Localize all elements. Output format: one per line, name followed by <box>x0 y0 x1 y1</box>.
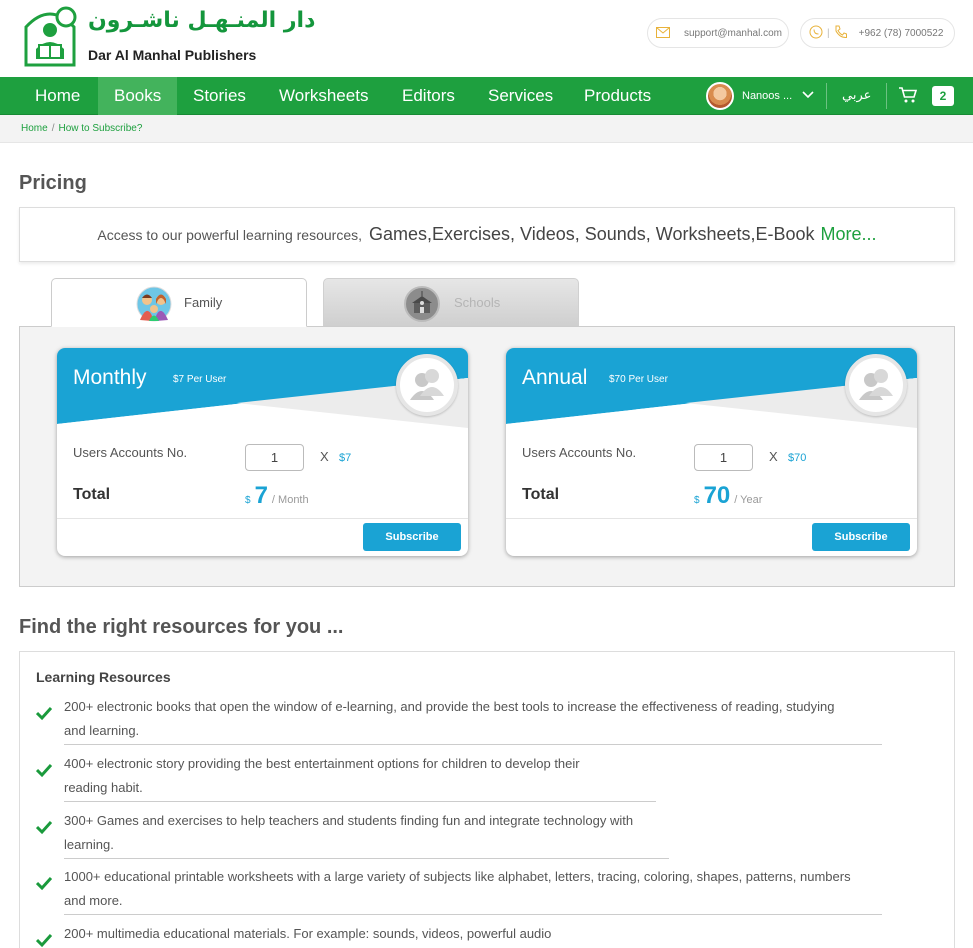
check-icon <box>35 932 53 948</box>
users-icon <box>396 354 458 416</box>
school-icon <box>404 286 440 322</box>
total-price: $ 7 / Month <box>245 482 309 510</box>
phone-text[interactable]: +962 (78) 7000522 <box>859 28 944 39</box>
divider <box>64 801 656 802</box>
pricing-panel: Monthly $7 Per User Users Accounts No. X… <box>19 326 955 587</box>
avatar[interactable] <box>706 82 734 110</box>
tab-family[interactable]: Family <box>51 278 307 327</box>
access-banner: Access to our powerful learning resource… <box>19 207 955 262</box>
user-menu[interactable]: Nanoos ... <box>706 82 814 110</box>
access-features-text: Games,Exercises, Videos, Sounds, Workshe… <box>369 224 815 244</box>
logo-english-text: Dar Al Manhal Publishers <box>88 47 257 63</box>
envelope-icon <box>656 26 670 41</box>
plan-per-user: $70 Per User <box>609 374 668 385</box>
resources-title: Find the right resources for you ... <box>19 616 344 638</box>
email-text[interactable]: support@manhal.com <box>684 28 782 39</box>
breadcrumb-home[interactable]: Home <box>21 123 48 134</box>
divider <box>57 518 468 519</box>
nav-services[interactable]: Services <box>472 77 569 115</box>
whatsapp-icon <box>809 25 823 42</box>
list-item-text: 300+ Games and exercises to help teacher… <box>64 813 634 828</box>
user-name[interactable]: Nanoos ... <box>742 90 792 102</box>
chevron-down-icon[interactable] <box>802 90 814 102</box>
total-amount: 70 <box>703 482 731 509</box>
tab-schools[interactable]: Schools <box>323 278 579 327</box>
logo-icon[interactable] <box>20 5 80 67</box>
logo-arabic-text: دار المنـهـل ناشـرون <box>88 8 316 33</box>
tab-schools-label[interactable]: Schools <box>454 295 500 310</box>
phone-separator: | <box>827 27 830 39</box>
plan-card-annual: Annual $70 Per User Users Accounts No. X… <box>506 348 917 556</box>
list-item-text: 1000+ educational printable worksheets w… <box>64 869 851 884</box>
list-item-text: 200+ multimedia educational materials. F… <box>64 926 552 941</box>
subscribe-annual-button[interactable]: Subscribe <box>812 523 910 551</box>
nav-worksheets[interactable]: Worksheets <box>263 77 384 115</box>
page-title: Pricing <box>19 172 87 194</box>
breadcrumb: Home / How to Subscribe? <box>0 115 973 143</box>
total-label: Total <box>522 486 560 503</box>
resources-box: Learning Resources 200+ electronic books… <box>19 651 955 948</box>
list-item-text: 200+ electronic books that open the wind… <box>64 699 835 714</box>
cart-count-badge[interactable]: 2 <box>932 86 954 106</box>
subscribe-monthly-button[interactable]: Subscribe <box>363 523 461 551</box>
plan-header: Annual $70 Per User <box>506 348 917 428</box>
divider <box>64 914 882 915</box>
unit-price: $7 <box>339 452 352 464</box>
breadcrumb-separator: / <box>51 123 55 134</box>
quantity-input[interactable] <box>694 444 753 471</box>
breadcrumb-current[interactable]: How to Subscribe? <box>58 123 142 134</box>
check-icon <box>35 819 53 835</box>
total-label: Total <box>73 486 111 503</box>
currency-sign: $ <box>245 495 251 506</box>
check-icon <box>35 762 53 778</box>
nav-divider <box>886 83 887 109</box>
list-item-text-cont: learning. <box>64 837 114 852</box>
users-icon <box>845 354 907 416</box>
divider <box>64 858 669 859</box>
plan-name: Monthly <box>73 366 147 389</box>
nav-products[interactable]: Products <box>568 77 667 115</box>
currency-sign: $ <box>694 495 700 506</box>
accounts-label: Users Accounts No. <box>73 445 188 460</box>
divider <box>64 744 882 745</box>
check-icon <box>35 875 53 891</box>
nav-editors[interactable]: Editors <box>386 77 471 115</box>
plan-header: Monthly $7 Per User <box>57 348 468 428</box>
phone-icon <box>834 25 847 42</box>
nav-home[interactable]: Home <box>19 77 96 115</box>
total-price: $ 70 / Year <box>694 482 762 510</box>
list-item-text-cont: reading habit. <box>64 780 143 795</box>
unit-price: $70 <box>788 452 807 464</box>
email-contact[interactable]: support@manhal.com <box>647 18 789 48</box>
list-item-text-cont: and more. <box>64 893 123 908</box>
plan-name: Annual <box>522 366 588 389</box>
nav-divider <box>826 83 827 109</box>
language-switch[interactable]: عربي <box>842 77 871 115</box>
nav-books[interactable]: Books <box>98 77 178 115</box>
access-lead-text: Access to our powerful learning resource… <box>97 226 362 243</box>
access-more-link[interactable]: More... <box>821 224 877 245</box>
billing-period: / Month <box>271 494 309 506</box>
multiply-sign: X <box>320 449 329 464</box>
nav-stories[interactable]: Stories <box>177 77 262 115</box>
family-icon <box>136 286 172 322</box>
site-header: دار المنـهـل ناشـرون Dar Al Manhal Publi… <box>0 0 973 77</box>
plan-per-user: $7 Per User <box>173 374 227 385</box>
billing-period: / Year <box>734 494 763 506</box>
main-nav: Home Books Stories Worksheets Editors Se… <box>0 77 973 115</box>
divider <box>506 518 917 519</box>
cart-icon[interactable] <box>898 85 918 105</box>
list-item-text: 400+ electronic story providing the best… <box>64 756 580 771</box>
tab-family-label[interactable]: Family <box>184 295 222 310</box>
phone-contact[interactable]: | +962 (78) 7000522 <box>800 18 955 48</box>
accounts-label: Users Accounts No. <box>522 445 637 460</box>
quantity-input[interactable] <box>245 444 304 471</box>
check-icon <box>35 705 53 721</box>
total-amount: 7 <box>254 482 268 509</box>
resources-section-title: Learning Resources <box>36 669 171 685</box>
list-item-text-cont: and learning. <box>64 723 140 738</box>
multiply-sign: X <box>769 449 778 464</box>
plan-card-monthly: Monthly $7 Per User Users Accounts No. X… <box>57 348 468 556</box>
